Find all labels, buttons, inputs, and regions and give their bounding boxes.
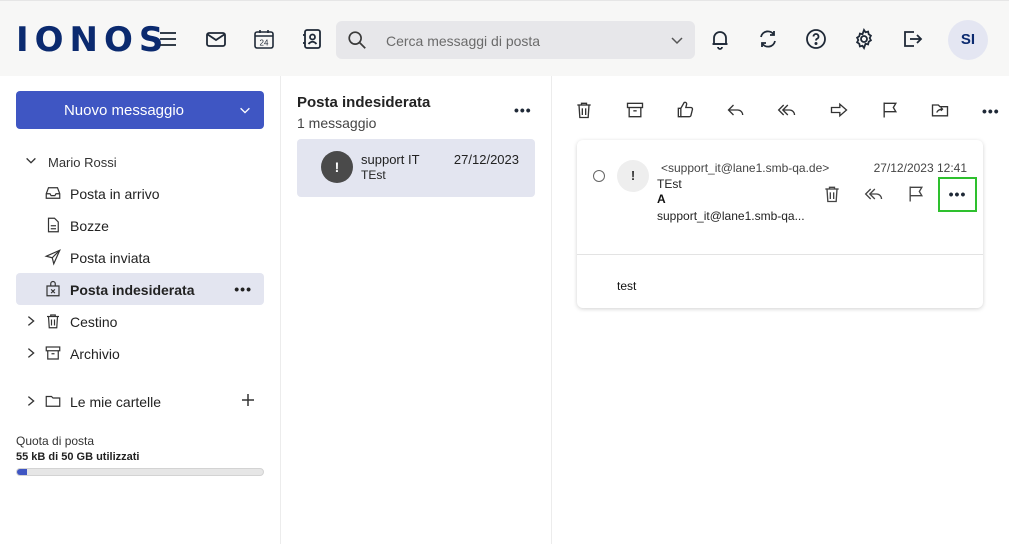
- flag-icon[interactable]: [880, 100, 900, 120]
- select-radio[interactable]: [593, 170, 605, 182]
- calendar-day-label: 24: [260, 39, 269, 48]
- bell-icon[interactable]: [708, 27, 732, 51]
- chevron-down-icon[interactable]: [24, 154, 38, 168]
- message-sender: support IT: [361, 152, 420, 167]
- chevron-right-icon[interactable]: [24, 314, 38, 328]
- search-placeholder: Cerca messaggi di posta: [386, 33, 541, 49]
- list-count: 1 messaggio: [297, 115, 377, 131]
- message-subject: TEst: [657, 177, 682, 191]
- quota-progress-fill: [17, 469, 27, 475]
- sidebar-item-label: Posta inviata: [70, 250, 151, 266]
- more-options-icon[interactable]: •••: [982, 103, 1000, 119]
- card-divider: [577, 254, 983, 255]
- menu-icon[interactable]: [156, 27, 180, 51]
- quota-progress-bar: [16, 468, 264, 476]
- folder-icon: [44, 392, 62, 410]
- flag-icon[interactable]: [906, 184, 926, 204]
- help-icon[interactable]: [804, 27, 828, 51]
- sidebar-item-label: Cestino: [70, 314, 118, 330]
- sender-address[interactable]: <support_it@lane1.smb-qa.de>: [661, 161, 829, 175]
- spam-icon: [44, 280, 62, 298]
- not-spam-icon[interactable]: [675, 100, 695, 120]
- pane-divider: [551, 76, 552, 544]
- more-options-icon[interactable]: •••: [234, 281, 252, 297]
- sidebar-item-label: Le mie cartelle: [70, 394, 162, 410]
- chevron-right-icon[interactable]: [24, 394, 38, 408]
- logout-icon[interactable]: [900, 27, 924, 51]
- search-icon: [346, 29, 368, 51]
- chevron-down-icon[interactable]: [669, 32, 685, 48]
- sidebar-item-label: Posta indesiderata: [70, 282, 195, 298]
- archive-icon[interactable]: [625, 100, 645, 120]
- delete-icon[interactable]: [822, 184, 842, 204]
- priority-icon: !: [321, 151, 353, 183]
- sidebar-item-label: Archivio: [70, 346, 120, 362]
- move-icon[interactable]: [930, 100, 950, 120]
- sidebar-item-archive[interactable]: Archivio: [16, 337, 264, 369]
- more-options-icon[interactable]: •••: [514, 102, 532, 118]
- sidebar-item-label: Bozze: [70, 218, 109, 234]
- delete-icon[interactable]: [574, 100, 594, 120]
- sent-icon: [44, 248, 62, 266]
- draft-icon: [44, 216, 62, 234]
- quota-used-text: 55 kB di 50 GB utilizzati: [16, 451, 140, 463]
- calendar-icon[interactable]: 24: [252, 27, 276, 51]
- settings-icon[interactable]: [852, 27, 876, 51]
- reply-all-icon[interactable]: [777, 100, 797, 120]
- message-body: test: [617, 279, 637, 293]
- mail-icon[interactable]: [204, 27, 228, 51]
- trash-icon: [44, 312, 62, 330]
- reply-all-icon[interactable]: [864, 184, 884, 204]
- to-label: A: [657, 192, 666, 206]
- top-bar: IONOS 24 Cerca messaggi di posta SI: [0, 0, 1009, 76]
- message-subject: TEst: [361, 168, 386, 182]
- search-input[interactable]: Cerca messaggi di posta: [336, 21, 695, 59]
- sidebar-item-inbox[interactable]: Posta in arrivo: [16, 177, 264, 209]
- sync-icon[interactable]: [756, 27, 780, 51]
- message-card: ! <support_it@lane1.smb-qa.de> 27/12/202…: [577, 140, 983, 308]
- chevron-right-icon[interactable]: [24, 346, 38, 360]
- inbox-icon: [44, 184, 62, 202]
- user-avatar[interactable]: SI: [948, 20, 988, 60]
- more-options-button[interactable]: •••: [938, 177, 977, 212]
- pane-divider: [280, 76, 281, 544]
- priority-icon: !: [617, 160, 649, 192]
- archive-icon: [44, 344, 62, 362]
- sidebar-item-my-folders[interactable]: Le mie cartelle: [16, 385, 264, 417]
- recipient-address[interactable]: support_it@lane1.smb-qa...: [657, 209, 805, 223]
- sidebar-item-drafts[interactable]: Bozze: [16, 209, 264, 241]
- reply-icon[interactable]: [726, 100, 746, 120]
- chevron-down-icon[interactable]: [238, 103, 252, 117]
- contacts-icon[interactable]: [300, 27, 324, 51]
- quota-label: Quota di posta: [16, 434, 95, 448]
- account-name: Mario Rossi: [48, 155, 117, 170]
- add-folder-icon[interactable]: [240, 392, 256, 408]
- new-message-label: Nuovo messaggio: [63, 102, 185, 119]
- sidebar-item-trash[interactable]: Cestino: [16, 305, 264, 337]
- forward-icon[interactable]: [829, 100, 849, 120]
- sidebar-item-label: Posta in arrivo: [70, 186, 160, 202]
- message-date: 27/12/2023: [453, 152, 519, 167]
- sidebar-item-spam[interactable]: Posta indesiderata •••: [16, 273, 264, 305]
- sidebar-item-sent[interactable]: Posta inviata: [16, 241, 264, 273]
- new-message-button[interactable]: Nuovo messaggio: [16, 91, 264, 129]
- ionos-logo[interactable]: IONOS: [16, 21, 169, 59]
- list-item[interactable]: ! support IT 27/12/2023 TEst: [297, 139, 535, 197]
- message-datetime: 27/12/2023 12:41: [873, 161, 967, 175]
- list-title: Posta indesiderata: [297, 94, 431, 111]
